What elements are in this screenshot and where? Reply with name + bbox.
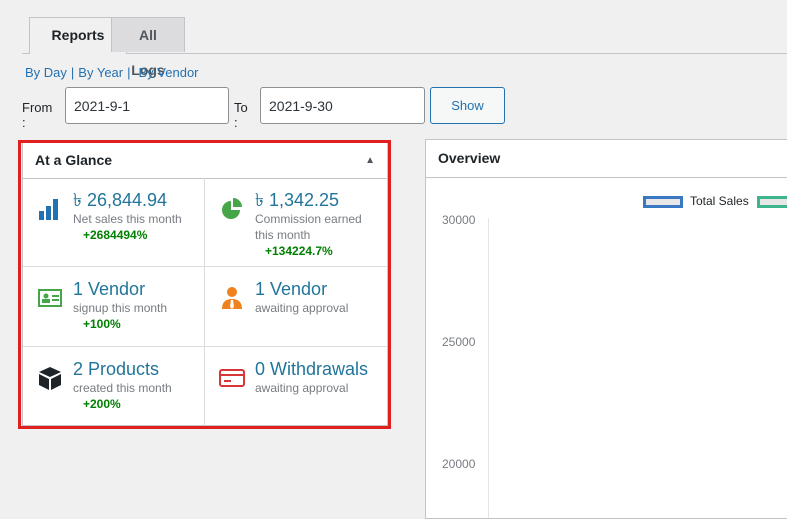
glance-item-net-sales: ৳ 26,844.94 Net sales this month +268449…	[23, 178, 204, 267]
pie-chart-icon	[222, 198, 242, 219]
net-sales-caption: Net sales this month	[73, 212, 182, 226]
withdrawals-value[interactable]: 0 Withdrawals	[255, 358, 381, 380]
commission-value[interactable]: ৳ 1,342.25	[255, 189, 381, 211]
show-button[interactable]: Show	[430, 87, 505, 124]
by-year-link[interactable]: By Year	[78, 65, 123, 80]
tab-all-logs[interactable]: All Logs	[111, 17, 185, 78]
vendor-awaiting-value[interactable]: 1 Vendor	[255, 278, 381, 300]
by-vendor-link[interactable]: By Vendor	[139, 65, 199, 80]
at-a-glance-header: At a Glance ▲	[23, 143, 387, 179]
user-tie-icon	[222, 287, 242, 309]
glance-item-vendor-signup: 1 Vendor signup this month +100%	[23, 267, 204, 347]
from-date-input[interactable]	[65, 87, 229, 124]
net-sales-value[interactable]: ৳ 26,844.94	[73, 189, 198, 211]
y-tick-label: 20000	[442, 457, 476, 471]
glance-item-products: 2 Products created this month +200%	[23, 347, 204, 425]
id-card-icon	[38, 289, 62, 307]
glance-grid: ৳ 26,844.94 Net sales this month +268449…	[23, 178, 387, 425]
products-caption: created this month	[73, 381, 172, 395]
credit-card-icon	[219, 369, 245, 387]
vendor-signup-caption: signup this month	[73, 301, 168, 315]
report-tabs: Reports All Logs	[22, 17, 787, 78]
glance-item-commission: ৳ 1,342.25 Commission earned this month …	[204, 178, 387, 267]
from-label: From :	[22, 100, 53, 130]
at-a-glance-title: At a Glance	[35, 152, 113, 168]
products-value[interactable]: 2 Products	[73, 358, 198, 380]
overview-panel: Overview Total Sales 30000 25000 20000	[425, 139, 787, 519]
net-sales-change: +2684494%	[83, 228, 148, 242]
y-tick-label: 25000	[442, 335, 476, 349]
at-a-glance-panel: At a Glance ▲ ৳ 26,844.94 Net sales this…	[22, 142, 388, 426]
glance-item-withdrawals: 0 Withdrawals awaiting approval	[204, 347, 387, 425]
overview-title: Overview	[426, 140, 787, 178]
to-date-input[interactable]	[260, 87, 425, 124]
products-change: +200%	[83, 397, 121, 411]
commission-caption: Commission earned this month	[255, 212, 362, 242]
vendor-signup-value[interactable]: 1 Vendor	[73, 278, 198, 300]
withdrawals-caption: awaiting approval	[255, 381, 349, 395]
legend-swatch-total-sales[interactable]	[643, 196, 683, 208]
bar-chart-icon	[39, 199, 58, 220]
y-axis-line	[488, 218, 489, 518]
y-tick-label: 30000	[442, 213, 476, 227]
by-day-link[interactable]: By Day	[25, 65, 67, 80]
to-label: To :	[234, 100, 248, 130]
legend-label-total-sales[interactable]: Total Sales	[690, 194, 749, 208]
commission-change: +134224.7%	[265, 244, 333, 258]
subnav-separator: |	[70, 65, 75, 80]
report-subnav: By Day | By Year | By Vendor	[25, 65, 199, 80]
subnav-separator: |	[127, 65, 131, 80]
triangle-up-icon[interactable]: ▲	[365, 143, 375, 178]
glance-item-vendor-awaiting: 1 Vendor awaiting approval	[204, 267, 387, 347]
vendor-signup-change: +100%	[83, 317, 121, 331]
vendor-awaiting-caption: awaiting approval	[255, 301, 349, 315]
box-icon	[39, 367, 61, 390]
legend-swatch-series-2[interactable]	[757, 196, 787, 208]
